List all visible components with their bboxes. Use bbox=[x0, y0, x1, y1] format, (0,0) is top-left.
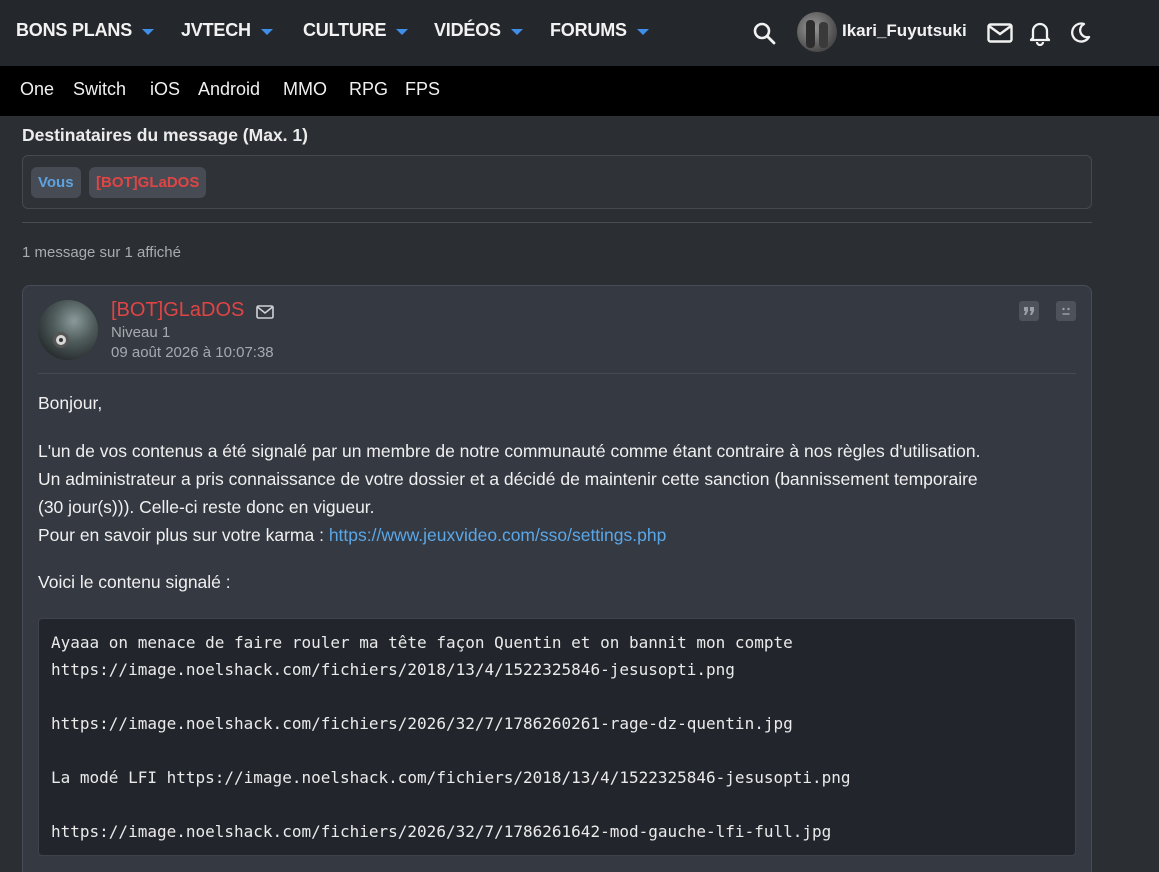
reported-content-block: Ayaaa on menace de faire rouler ma tête … bbox=[38, 618, 1076, 856]
subnav-fps[interactable]: FPS bbox=[405, 79, 440, 100]
recipients-box: Vous [BOT]GLaDOS bbox=[22, 155, 1092, 209]
code-line: Ayaaa on menace de faire rouler ma tête … bbox=[51, 633, 793, 652]
nav-culture[interactable]: CULTURE bbox=[303, 20, 409, 41]
bell-icon[interactable] bbox=[1028, 19, 1052, 47]
subnav-android[interactable]: Android bbox=[198, 79, 260, 100]
code-line: La modé LFI https://image.noelshack.com/… bbox=[51, 768, 851, 787]
top-navbar: BONS PLANS JVTECH CULTURE VIDÉOS FORUMS … bbox=[0, 0, 1159, 66]
code-line: https://image.noelshack.com/fichiers/202… bbox=[51, 822, 832, 841]
author-avatar[interactable] bbox=[38, 300, 98, 360]
mail-icon[interactable] bbox=[986, 21, 1014, 45]
username[interactable]: Ikari_Fuyutsuki bbox=[842, 21, 967, 41]
platform-subnav: One Switch iOS Android MMO RPG FPS bbox=[0, 66, 1159, 116]
recipient-tag-you[interactable]: Vous bbox=[31, 167, 81, 198]
message-date: 09 août 2026 à 10:07:38 bbox=[111, 344, 274, 361]
nav-videos[interactable]: VIDÉOS bbox=[434, 20, 523, 41]
message-greeting: Bonjour, bbox=[38, 393, 103, 413]
avatar-eye bbox=[53, 332, 69, 348]
recipient-tag-bot[interactable]: [BOT]GLaDOS bbox=[89, 167, 207, 198]
nav-jvtech-label: JVTECH bbox=[181, 20, 251, 40]
envelope-icon[interactable] bbox=[256, 305, 274, 324]
subnav-rpg[interactable]: RPG bbox=[349, 79, 388, 100]
search-icon[interactable] bbox=[751, 20, 777, 46]
chevron-down-icon bbox=[510, 28, 523, 35]
nav-culture-label: CULTURE bbox=[303, 20, 387, 40]
reported-intro: Voici le contenu signalé : bbox=[38, 572, 231, 592]
nav-forums-label: FORUMS bbox=[550, 20, 627, 40]
nav-forums[interactable]: FORUMS bbox=[550, 20, 649, 41]
karma-link[interactable]: https://www.jeuxvideo.com/sso/settings.p… bbox=[329, 525, 667, 545]
moon-icon[interactable] bbox=[1068, 20, 1092, 46]
code-line: https://image.noelshack.com/fichiers/202… bbox=[51, 714, 793, 733]
chevron-down-icon bbox=[260, 28, 273, 35]
message-paragraph: L'un de vos contenus a été signalé par u… bbox=[38, 437, 981, 549]
message-line: Pour en savoir plus sur votre karma : ht… bbox=[38, 521, 981, 549]
recipients-title: Destinataires du message (Max. 1) bbox=[22, 125, 308, 145]
chevron-down-icon bbox=[636, 28, 649, 35]
divider bbox=[22, 222, 1092, 223]
avatar[interactable] bbox=[797, 12, 837, 52]
subnav-ios[interactable]: iOS bbox=[150, 79, 180, 100]
card-divider bbox=[38, 373, 1076, 374]
nav-jvtech[interactable]: JVTECH bbox=[181, 20, 273, 41]
message-line: Un administrateur a pris connaissance de… bbox=[38, 469, 978, 489]
subnav-mmo[interactable]: MMO bbox=[283, 79, 327, 100]
nav-videos-label: VIDÉOS bbox=[434, 20, 501, 40]
message-card: [BOT]GLaDOS Niveau 1 09 août 2026 à 10:0… bbox=[22, 285, 1092, 872]
code-line: https://image.noelshack.com/fichiers/201… bbox=[51, 660, 735, 679]
subnav-one[interactable]: One bbox=[20, 79, 54, 100]
nav-bons-plans[interactable]: BONS PLANS bbox=[16, 20, 155, 41]
karma-prefix: Pour en savoir plus sur votre karma : bbox=[38, 525, 329, 545]
chevron-down-icon bbox=[142, 28, 155, 35]
message-count: 1 message sur 1 affiché bbox=[22, 244, 181, 261]
nav-bons-plans-label: BONS PLANS bbox=[16, 20, 133, 40]
author-name[interactable]: [BOT]GLaDOS bbox=[111, 299, 244, 322]
message-line: L'un de vos contenus a été signalé par u… bbox=[38, 441, 981, 461]
subnav-switch[interactable]: Switch bbox=[73, 79, 126, 100]
report-icon[interactable] bbox=[1056, 301, 1076, 321]
chevron-down-icon bbox=[396, 28, 409, 35]
author-level: Niveau 1 bbox=[111, 324, 171, 341]
message-line: (30 jour(s))). Celle-ci reste donc en vi… bbox=[38, 497, 375, 517]
quote-icon[interactable] bbox=[1019, 301, 1039, 321]
